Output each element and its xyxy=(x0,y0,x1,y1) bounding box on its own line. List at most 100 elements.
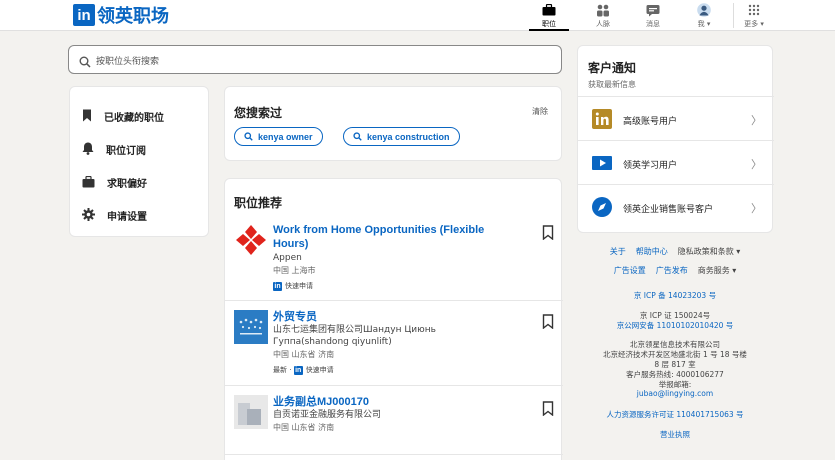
chevron-right-icon: 〉 xyxy=(751,114,762,127)
nav-jobs-label: 职位 xyxy=(542,20,556,28)
customer-notice-title: 客户通知 xyxy=(588,61,637,75)
job-card[interactable]: Work from Home Opportunities (Flexible H… xyxy=(234,223,554,293)
divider xyxy=(225,454,563,455)
notice-row-premium[interactable]: 高级账号用户 〉 xyxy=(578,96,774,140)
recent-search-label: kenya owner xyxy=(258,131,313,142)
nav-me-label: 我 ▾ xyxy=(697,20,711,28)
footer-police-record[interactable]: 京公网安备 11010102010420 号 xyxy=(577,320,773,331)
nav-me[interactable]: 我 ▾ xyxy=(684,0,724,31)
sidebar-item-label: 职位订阅 xyxy=(106,146,146,157)
clear-button[interactable]: 清除 xyxy=(532,106,548,117)
top-nav: in 领英职场 职位 人脉 消息 我 ▾ 更多 ▾ xyxy=(0,0,835,31)
notice-row-sales[interactable]: 领英企业销售账号客户 〉 xyxy=(578,184,774,228)
brand-logo[interactable]: in 领英职场 xyxy=(73,2,169,28)
recent-searches-title: 您搜索过 xyxy=(234,106,283,120)
linkedin-logo-icon: in xyxy=(73,4,95,26)
bookmark-icon xyxy=(542,225,554,241)
company-logo xyxy=(234,223,268,257)
footer-business-license[interactable]: 营业执照 xyxy=(577,429,773,440)
footer-report-email[interactable]: jubao@lingying.com xyxy=(577,389,773,398)
sidebar-item-application-settings[interactable]: 申请设置 xyxy=(82,206,147,225)
job-location: 中国 山东省 济南 xyxy=(273,350,335,359)
avatar-icon xyxy=(696,3,712,17)
bookmark-icon xyxy=(542,401,554,417)
job-title[interactable]: Work from Home Opportunities (Flexible H… xyxy=(273,223,503,251)
footer-link-about[interactable]: 关于 xyxy=(610,246,626,257)
sidebar-item-saved-jobs[interactable]: 已收藏的职位 xyxy=(82,107,164,126)
briefcase-icon xyxy=(541,3,557,17)
nav-messages-label: 消息 xyxy=(646,20,660,28)
nav-messages[interactable]: 消息 xyxy=(633,0,673,31)
job-card[interactable]: 业务副总MJ000170 自贡诺亚金融服务有限公司 中国 山东省 济南 xyxy=(234,395,554,445)
job-location: 中国 上海市 xyxy=(273,266,316,275)
people-icon xyxy=(595,3,611,17)
job-meta: 最新 · in 快速申请 xyxy=(273,365,334,375)
footer-links-row: 广告设置 广告发布 商务服务 ▾ xyxy=(577,265,773,276)
footer-links-row: 关于 帮助中心 隐私政策和条款 ▾ xyxy=(577,246,773,257)
job-recommendations-title: 职位推荐 xyxy=(234,196,283,210)
linkedin-icon xyxy=(592,109,612,129)
brand-name: 领英职场 xyxy=(97,6,169,27)
search-placeholder: 按职位头衔搜索 xyxy=(96,57,160,67)
job-title[interactable]: 业务副总MJ000170 xyxy=(273,395,503,409)
divider xyxy=(225,385,563,386)
save-job-button[interactable] xyxy=(542,401,554,420)
divider xyxy=(225,300,563,301)
customer-notice-subtitle: 获取最新信息 xyxy=(588,80,636,89)
jobs-sidebar: 已收藏的职位 职位订阅 求职偏好 申请设置 xyxy=(69,86,209,237)
recent-search-pill[interactable]: kenya construction xyxy=(343,127,460,146)
customer-notice: 客户通知 获取最新信息 高级账号用户 〉 领英学习用户 〉 领英企业销售账号客户… xyxy=(577,45,774,233)
briefcase-icon xyxy=(82,173,95,192)
notice-row-label: 高级账号用户 xyxy=(623,117,678,127)
job-location: 中国 山东省 济南 xyxy=(273,423,335,432)
company-logo xyxy=(234,310,268,344)
play-icon xyxy=(592,153,612,173)
search-icon xyxy=(244,132,253,141)
nav-network-label: 人脉 xyxy=(596,20,610,28)
recent-search-label: kenya construction xyxy=(367,131,450,142)
footer-link-advertise[interactable]: 广告发布 xyxy=(656,265,688,276)
linkedin-icon: in xyxy=(293,365,303,375)
notice-row-learning[interactable]: 领英学习用户 〉 xyxy=(578,140,774,184)
search-icon xyxy=(353,132,362,141)
job-card[interactable]: 外贸专员 山东七运集团有限公司Шандун Циюнь Гyппа(shando… xyxy=(234,310,554,380)
linkedin-icon: in xyxy=(273,281,282,291)
easy-apply-badge: 快速申请 xyxy=(305,366,334,374)
bookmark-icon xyxy=(542,314,554,330)
sidebar-item-preferences[interactable]: 求职偏好 xyxy=(82,173,147,192)
company-name: 自贡诺亚金融服务有限公司 xyxy=(273,410,382,420)
footer-link-help[interactable]: 帮助中心 xyxy=(636,246,668,257)
notice-row-label: 领英企业销售账号客户 xyxy=(623,205,714,215)
footer-hr-license[interactable]: 人力资源服务许可证 110401715063 号 xyxy=(577,409,773,420)
sidebar-item-job-alerts[interactable]: 职位订阅 xyxy=(82,140,146,159)
easy-apply-badge: in 快速申请 xyxy=(273,281,313,291)
footer-link-business[interactable]: 商务服务 ▾ xyxy=(698,265,737,276)
gear-icon xyxy=(82,206,95,225)
footer-link-privacy[interactable]: 隐私政策和条款 ▾ xyxy=(678,246,741,257)
save-job-button[interactable] xyxy=(542,225,554,244)
recent-search-pill[interactable]: kenya owner xyxy=(234,127,323,146)
save-job-button[interactable] xyxy=(542,314,554,333)
job-recommendations: 职位推荐 Work from Home Opportunities (Flexi… xyxy=(224,178,563,460)
chevron-right-icon: 〉 xyxy=(751,202,762,215)
sidebar-item-label: 求职偏好 xyxy=(107,179,147,190)
chevron-right-icon: 〉 xyxy=(751,158,762,171)
footer-icp-record[interactable]: 京 ICP 备 14023203 号 xyxy=(577,290,773,301)
compass-icon xyxy=(592,197,612,217)
company-logo xyxy=(234,395,268,429)
message-icon xyxy=(645,3,661,17)
nav-network[interactable]: 人脉 xyxy=(583,0,623,31)
recent-searches: 您搜索过 清除 kenya owner kenya construction xyxy=(224,86,562,161)
new-label: 最新 · xyxy=(273,366,292,374)
nav-more-label: 更多 ▾ xyxy=(744,20,764,28)
bookmark-icon xyxy=(82,107,92,126)
job-title[interactable]: 外贸专员 xyxy=(273,310,503,324)
nav-jobs[interactable]: 职位 xyxy=(529,0,569,31)
grid-icon xyxy=(746,3,762,17)
sidebar-item-label: 申请设置 xyxy=(107,212,147,223)
company-name: Appen xyxy=(273,253,302,263)
search-icon xyxy=(79,53,91,72)
job-search-input[interactable]: 按职位头衔搜索 xyxy=(68,45,562,74)
footer-link-ad-settings[interactable]: 广告设置 xyxy=(614,265,646,276)
nav-more[interactable]: 更多 ▾ xyxy=(734,0,774,31)
